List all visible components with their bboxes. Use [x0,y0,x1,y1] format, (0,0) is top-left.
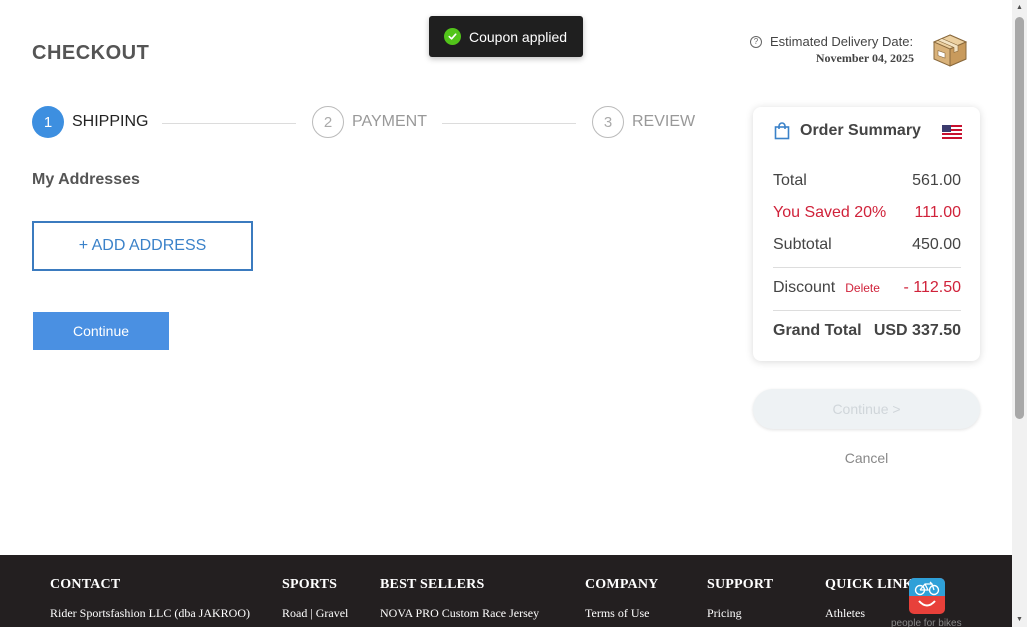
step-review[interactable]: 3 REVIEW [592,106,695,138]
site-footer: CONTACT Rider Sportsfashion LLC (dba JAK… [0,555,1012,627]
add-address-button[interactable]: + ADD ADDRESS [32,221,253,271]
discount-row: Discount Delete - 112.50 [773,279,961,297]
footer-heading: CONTACT [50,577,121,592]
footer-column-company: COMPANY Terms of Use [585,577,658,621]
footer-heading: QUICK LINKS [825,577,913,592]
shopping-bag-icon [774,122,790,140]
us-flag-icon[interactable] [942,125,962,139]
step-label: REVIEW [632,113,696,130]
total-value: 561.00 [912,172,961,189]
discount-value: - 112.50 [903,279,961,296]
footer-heading: COMPANY [585,577,659,592]
grand-total-value: USD 337.50 [873,322,961,339]
step-connector [162,123,296,124]
bicycle-icon [914,581,940,596]
smile-icon [918,600,936,607]
scrollbar-thumb[interactable] [1015,17,1024,419]
footer-heading: BEST SELLERS [380,577,485,592]
summary-divider [773,267,961,268]
grand-total-label: Grand Total [773,322,862,339]
saved-label: You Saved 20% [773,204,887,221]
vertical-scrollbar[interactable]: ▲ ▼ [1012,0,1027,627]
subtotal-value: 450.00 [912,236,961,253]
checkout-page: CHECKOUT Coupon applied ? Estimated Deli… [0,0,1012,627]
footer-column-contact: CONTACT Rider Sportsfashion LLC (dba JAK… [50,577,250,621]
step-label: SHIPPING [72,113,149,130]
footer-link[interactable]: Terms of Use [585,606,658,621]
coupon-toast: Coupon applied [429,16,583,57]
my-addresses-heading: My Addresses [32,171,140,188]
saved-value: 111.00 [914,204,961,221]
step-shipping[interactable]: 1 SHIPPING [32,106,148,138]
subtotal-label: Subtotal [773,236,832,253]
total-label: Total [773,172,807,189]
help-icon[interactable]: ? [750,35,762,48]
delivery-estimate: ? Estimated Delivery Date: November 04, … [750,34,920,66]
delivery-date: November 04, 2025 [815,51,914,65]
footer-column-quick-links: QUICK LINKS Athletes [825,577,913,621]
step-number: 2 [312,106,344,138]
cancel-link[interactable]: Cancel [753,450,980,466]
saved-row: You Saved 20% 111.00 [773,204,961,222]
order-summary-title: Order Summary [800,122,921,139]
footer-column-support: SUPPORT Pricing [707,577,773,621]
grand-total-row: Grand Total USD 337.50 [773,322,961,340]
step-connector [442,123,576,124]
scroll-up-arrow-icon[interactable]: ▲ [1012,0,1027,15]
footer-column-sports: SPORTS Road | Gravel [282,577,348,621]
check-circle-icon [444,28,461,45]
total-row: Total 561.00 [773,172,961,190]
footer-link[interactable]: Road | Gravel [282,606,348,621]
step-label: PAYMENT [352,113,427,130]
package-box-icon [932,34,968,67]
order-summary-card: Order Summary Total 561.00 You Saved 20%… [753,107,980,361]
step-payment[interactable]: 2 PAYMENT [312,106,427,138]
summary-divider [773,310,961,311]
page-title: CHECKOUT [32,42,150,64]
continue-button[interactable]: Continue [33,312,169,350]
delivery-label: Estimated Delivery Date: [770,34,914,49]
toast-message: Coupon applied [469,28,568,45]
subtotal-row: Subtotal 450.00 [773,236,961,254]
footer-link[interactable]: Rider Sportsfashion LLC (dba JAKROO) [50,606,250,621]
people-for-bikes-logo[interactable] [909,578,945,614]
step-number: 3 [592,106,624,138]
scroll-down-arrow-icon[interactable]: ▼ [1012,612,1027,627]
step-number: 1 [32,106,64,138]
footer-heading: SPORTS [282,577,338,592]
footer-column-best-sellers: BEST SELLERS NOVA PRO Custom Race Jersey [380,577,539,621]
checkout-steps: 1 SHIPPING 2 PAYMENT 3 REVIEW [32,106,702,140]
delete-discount-link[interactable]: Delete [845,281,880,295]
footer-heading: SUPPORT [707,577,774,592]
people-for-bikes-text: people for bikes [891,618,962,627]
footer-link[interactable]: Pricing [707,606,773,621]
discount-label: Discount [773,279,836,296]
summary-continue-button[interactable]: Continue > [753,389,980,429]
footer-link[interactable]: NOVA PRO Custom Race Jersey [380,606,539,621]
order-summary-header: Order Summary [774,122,962,140]
